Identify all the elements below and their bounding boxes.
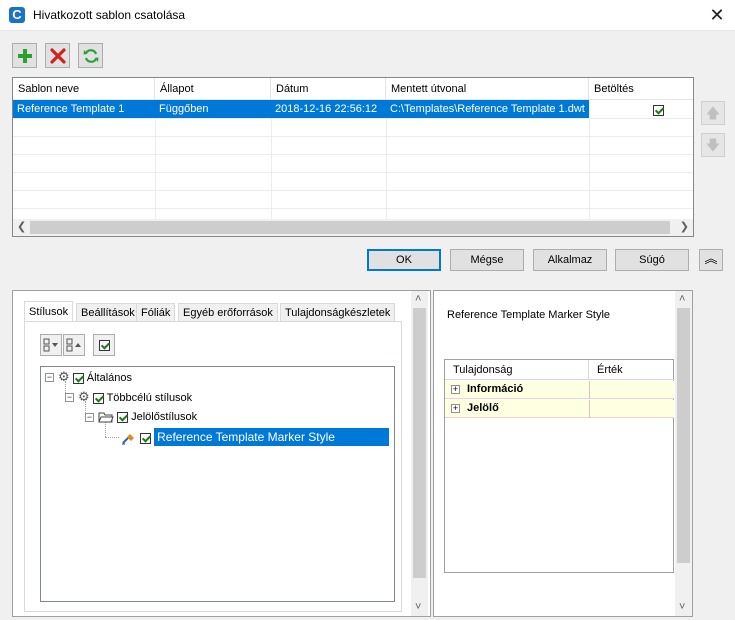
col-load[interactable]: Betöltés [589,78,693,100]
cell-status[interactable]: Függőben [155,100,271,118]
horizontal-scrollbar[interactable]: ❮ ❯ [13,219,693,236]
collapse-all-button[interactable] [63,334,85,356]
add-button[interactable] [12,43,37,68]
scroll-down-icon[interactable]: ˅ [679,599,685,616]
close-icon[interactable]: ✕ [705,3,729,27]
plus-icon [17,48,32,63]
checkbox-icon [98,339,110,351]
tab-other-resources[interactable]: Egyéb erőforrások [178,303,278,322]
tree-node-label: Többcélú stílusok [106,392,193,404]
tab-settings[interactable]: Beállítások [76,303,140,322]
styles-tree[interactable]: − ⚙ Általános − ⚙ Többcélú stílusok − Je… [40,366,395,602]
move-up-button[interactable]: 🡅 [701,101,725,125]
load-checkbox[interactable] [653,104,664,116]
tab-styles[interactable]: Stílusok [24,301,74,323]
tree-node-label: Általános [86,372,133,384]
details-title: Reference Template Marker Style [447,309,611,321]
right-vertical-scrollbar[interactable]: ˄ ˅ [675,291,692,616]
delete-button[interactable] [45,43,70,68]
col-template-name[interactable]: Sablon neve [13,78,155,100]
gear-icon: ⚙ [78,389,90,404]
property-row-information[interactable]: + Információ [445,381,674,399]
details-panel: Reference Template Marker Style Tulajdon… [433,290,693,617]
property-grid[interactable]: Tulajdonság Érték + Információ + Jelölő [444,359,674,573]
expand-tree-icon [43,338,58,352]
tree-checkbox[interactable] [140,432,152,444]
arrow-up-icon: 🡅 [705,105,721,121]
app-icon: C [9,7,25,23]
refresh-button[interactable] [78,43,103,68]
template-grid[interactable]: Sablon neve Állapot Dátum Mentett útvona… [12,77,694,237]
plus-icon[interactable]: + [451,385,460,394]
tree-expander[interactable]: − [85,413,94,422]
property-label: Információ [467,383,524,395]
scroll-thumb[interactable] [413,308,426,578]
grid-header: Sablon neve Állapot Dátum Mentett útvona… [13,78,693,100]
styles-panel: Stílusok Beállítások Fóliák Egyéb erőfor… [12,290,431,617]
tab-property-sets[interactable]: Tulajdonságkészletek [280,303,396,322]
tab-layers[interactable]: Fóliák [136,303,176,322]
tree-node-multipurpose-styles[interactable]: ⚙ Többcélú stílusok [78,388,192,406]
expand-all-button[interactable] [40,334,62,356]
window-title: Hivatkozott sablon csatolása [33,8,186,22]
apply-button[interactable]: Alkalmaz [533,249,607,271]
scroll-up-icon[interactable]: ˄ [415,291,421,308]
left-vertical-scrollbar[interactable]: ˄ ˅ [411,291,428,616]
marker-style-icon [122,434,134,445]
col-status[interactable]: Állapot [155,78,271,100]
folder-open-icon [98,412,114,423]
tree-node-general[interactable]: ⚙ Általános [58,368,132,386]
plus-icon[interactable]: + [451,404,460,413]
collapse-button[interactable]: ︽ [699,249,723,271]
tree-checkbox[interactable] [72,372,84,384]
tree-expander[interactable]: − [45,373,54,382]
cancel-button[interactable]: Mégse [450,249,524,271]
cell-template-name[interactable]: Reference Template 1 [13,100,155,118]
property-row-marker[interactable]: + Jelölő [445,400,674,418]
tree-node-label: Jelölőstílusok [131,411,198,423]
scroll-thumb[interactable] [677,308,690,563]
scroll-right-icon[interactable]: ❯ [680,219,689,236]
double-chevron-up-icon: ︽ [704,251,718,266]
tree-node-reference-marker-style[interactable]: Reference Template Marker Style [121,428,390,446]
check-all-button[interactable] [93,334,115,356]
property-label: Jelölő [467,402,499,414]
scroll-up-icon[interactable]: ˄ [679,291,685,308]
tree-node-label: Reference Template Marker Style [154,428,390,446]
ok-button[interactable]: OK [367,249,441,271]
col-property: Tulajdonság [445,360,589,380]
col-date[interactable]: Dátum [271,78,386,100]
cell-path[interactable]: C:\Templates\Reference Template 1.dwt [386,100,589,118]
cell-date[interactable]: 2018-12-16 22:56:12 [271,100,386,118]
tree-node-marker-styles[interactable]: Jelölőstílusok [98,408,197,426]
gear-icon: ⚙ [58,369,70,384]
collapse-tree-icon [66,338,81,352]
tree-expander[interactable]: − [65,393,74,402]
scroll-thumb[interactable] [30,221,670,234]
col-value: Érték [589,360,674,380]
refresh-icon [83,48,98,63]
styles-tab-content: − ⚙ Általános − ⚙ Többcélú stílusok − Je… [24,322,402,612]
move-down-button[interactable]: 🡇 [701,133,725,157]
arrow-down-icon: 🡇 [705,137,721,153]
delete-x-icon [49,47,66,64]
tree-checkbox[interactable] [117,411,129,423]
scroll-down-icon[interactable]: ˅ [415,599,421,616]
help-button[interactable]: Súgó [615,249,689,271]
scroll-left-icon[interactable]: ❮ [17,219,26,236]
tree-checkbox[interactable] [92,392,104,404]
col-path[interactable]: Mentett útvonal [386,78,589,100]
